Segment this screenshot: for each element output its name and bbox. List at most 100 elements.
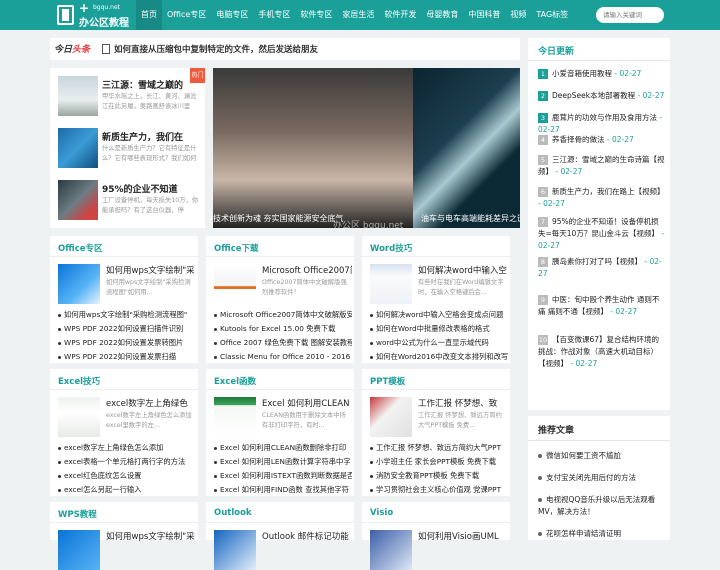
section-list-item[interactable]: Excel 如何利用ISTEXT函数判断数据是否 (214, 471, 352, 481)
section-feature-title[interactable]: Outlook 邮件标记功能 (262, 530, 352, 542)
nav-computer[interactable]: 电脑专区 (211, 0, 253, 30)
section-thumbnail[interactable] (214, 264, 256, 304)
section-list-item[interactable]: WPS PDF 2022如何设置扫描件识别 (58, 324, 196, 334)
section-list-item[interactable]: excel怎么另起一行输入 (58, 485, 196, 495)
section-title[interactable]: Excel函数 (214, 375, 256, 387)
nav-video[interactable]: 视频 (505, 0, 531, 30)
nav-home[interactable]: 首页 (136, 0, 162, 30)
nav-science[interactable]: 中国科普 (463, 0, 505, 30)
nav-dev[interactable]: 软件开发 (379, 0, 421, 30)
news-item[interactable]: 三江源：雪域之巅的 甲华水瑶之上，长江、黄河、澜沧江在此另履。奥路画舒诶冰川里 (58, 76, 203, 122)
section-list-item[interactable]: Excel 如何利用CLEAN函数删除非打印 (214, 443, 352, 453)
recommended-item[interactable]: 花呗怎样申请结清证明 (538, 528, 666, 540)
section-list-item[interactable]: 小学班主任 家长会PPT模板 免费下载 (370, 457, 508, 467)
section-list-item[interactable]: Excel 如何利用FIND函数 查找其他字符 (214, 485, 352, 495)
section-list-item[interactable]: 如何用wps文字绘制"采购检测流程图" (58, 310, 196, 320)
search-input[interactable] (596, 7, 664, 23)
today-update-item[interactable]: 6 新质生产力，我们在路上【视频】 - 02-27 (538, 186, 666, 210)
image-slider[interactable]: 技术创新为魂 夯实国家能源安全底气 油车与电车高端能耗差异之谜 办公区 bgqu… (213, 68, 520, 228)
today-update-item[interactable]: 10 【百变微课67】复合结构环境的挑战：作战对象（高速大机动目标）【视频】 - … (538, 334, 666, 370)
section-title[interactable]: Outlook (214, 508, 252, 518)
section-list-item[interactable]: excel红色底纹怎么设置 (58, 471, 196, 481)
nav-parenting[interactable]: 母婴教育 (421, 0, 463, 30)
site-logo[interactable]: + bgqu.net 办公区教程 (55, 1, 135, 29)
section-list-item[interactable]: WPS PDF 2022如何设置发票转图片 (58, 338, 196, 348)
news-item[interactable]: 95%的企业不知道 工厂设备停机，每天损失10万，你能承担吗？有了这台仪器，停 (58, 180, 203, 226)
today-update-item[interactable]: 4 荞香择骨的做法 - 02-27 (538, 134, 666, 146)
today-update-item[interactable]: 7 95%的企业不知道！设备停机损失=每天10万？昆山金斗云【视频】 - 02-2… (538, 216, 666, 252)
section-list-item[interactable]: 如何在Word2016中改变文本排列和改写 (370, 352, 508, 362)
today-update-title[interactable]: DeepSeek本地部署教程 (552, 91, 635, 100)
slide-caption-1[interactable]: 技术创新为魂 夯实国家能源安全底气 (213, 213, 344, 224)
section-title[interactable]: Office专区 (58, 242, 103, 254)
section-list-item[interactable]: excel数字左上角绿色怎么添加 (58, 443, 196, 453)
section-list-item[interactable]: Classic Menu for Office 2010 - 2016 免 (214, 352, 352, 362)
today-update-title[interactable]: 荞香择骨的做法 (552, 135, 605, 144)
section-list-item[interactable]: 工作汇报 怀梦想、致远方简约大气PPT (370, 443, 508, 453)
section-feature-title[interactable]: Microsoft Office2007简 (262, 264, 352, 276)
section-feature-title[interactable]: 如何用wps文字绘制"采 (106, 264, 196, 276)
today-update-item[interactable]: 2 DeepSeek本地部署教程 - 02-27 (538, 90, 666, 102)
section-list-item[interactable]: Microsoft Office2007简体中文破解版安 (214, 310, 352, 320)
section-list-item[interactable]: Office 2007 绿色免费下载 图解安装教程 (214, 338, 352, 348)
section-title[interactable]: Visio (370, 508, 393, 518)
nav-office[interactable]: Office专区 (162, 0, 211, 30)
section-list-item[interactable]: 如何解决word中输入空格会变成点问题 (370, 310, 508, 320)
section-list-item[interactable]: 消防安全教育PPT模板 免费下载 (370, 471, 508, 481)
nav-mobile[interactable]: 手机专区 (253, 0, 295, 30)
section-title[interactable]: Word技巧 (370, 242, 412, 254)
section-list-item[interactable]: 如何在Word中批量修改表格的格式 (370, 324, 508, 334)
today-update-item[interactable]: 3 鹿茸片的功效与作用及食用方法 - 02-27 (538, 112, 666, 136)
news-title[interactable]: 95%的企业不知道 (102, 182, 202, 195)
nav-software[interactable]: 软件专区 (295, 0, 337, 30)
recommended-item-label[interactable]: 电视视QQ音乐升级以后无法观看MV，解决方法！ (538, 495, 655, 516)
section-title[interactable]: PPT模板 (370, 375, 405, 387)
section-feature-title[interactable]: 如何解决word中输入空 (418, 264, 508, 276)
section-thumbnail[interactable] (214, 397, 256, 437)
today-update-title[interactable]: 95%的企业不知道！设备停机损失=每天10万？昆山金斗云【视频】 (538, 217, 659, 238)
nav-home-life[interactable]: 家居生活 (337, 0, 379, 30)
section-feature-title[interactable]: Excel 如何利用CLEAN (262, 397, 352, 409)
section-feature-title[interactable]: 如何用wps文字绘制"采 (106, 530, 196, 542)
section-title[interactable]: Excel技巧 (58, 375, 100, 387)
today-update-title[interactable]: 新质生产力，我们在路上【视频】 (552, 187, 665, 196)
recommended-item[interactable]: 电视视QQ音乐升级以后无法观看MV，解决方法！ (538, 494, 666, 518)
section-list-item[interactable]: Excel 如何利用LEN函数计算字符串中字 (214, 457, 352, 467)
today-update-title[interactable]: 中医：旬中殴个养生动作 通则不痛 痛则不通【视频】 (538, 295, 659, 316)
recommended-item-label[interactable]: 微信如何要工资不尴尬 (546, 451, 621, 460)
section-list-item[interactable]: 学习贯彻社会主义核心价值观 党课PPT (370, 485, 508, 495)
section-thumbnail[interactable] (370, 530, 412, 570)
section-thumbnail[interactable] (370, 264, 412, 304)
today-update-item[interactable]: 9 中医：旬中殴个养生动作 通则不痛 痛则不通【视频】 - 02-27 (538, 294, 666, 318)
section-thumbnail[interactable] (370, 397, 412, 437)
section-title[interactable]: WPS教程 (58, 508, 97, 520)
section-thumbnail[interactable] (214, 530, 256, 570)
section-list-item[interactable]: Kutools for Excel 15.00 免费下载 (214, 324, 352, 334)
nav-tags[interactable]: TAG标签 (531, 0, 573, 30)
recommended-item-label[interactable]: 支付宝关闭先用后付的方法 (546, 473, 636, 482)
slide-caption-2[interactable]: 油车与电车高端能耗差异之谜 (421, 213, 520, 224)
section-thumbnail[interactable] (58, 397, 100, 437)
section-feature-title[interactable]: 如何利用Visio画UML (418, 530, 508, 542)
today-update-title[interactable]: 小爱音箱使用教程 (552, 69, 612, 78)
section-title[interactable]: Office下载 (214, 242, 259, 254)
section-list-item[interactable]: excel表格一个单元格打两行字的方法 (58, 457, 196, 467)
section-thumbnail[interactable] (58, 264, 100, 304)
section-feature-title[interactable]: 工作汇报 怀梦想、致 (418, 397, 508, 409)
recommended-item-label[interactable]: 花呗怎样申请结清证明 (546, 529, 621, 538)
section-list-item[interactable]: word中公式为什么一直显示域代码 (370, 338, 508, 348)
today-update-title[interactable]: 胰岛素你打对了吗【视频】 (552, 257, 642, 266)
section-thumbnail[interactable] (58, 530, 100, 570)
slide-portrait-image[interactable] (213, 68, 413, 228)
today-update-title[interactable]: 鹿茸片的功效与作用及食用方法 (552, 113, 657, 122)
news-title[interactable]: 三江源：雪域之巅的 (102, 78, 202, 91)
news-item[interactable]: 新质生产力，我们在 什么是新质生产力？它有特征是什么？它有哪些表现形式？我们如何 (58, 128, 203, 174)
today-update-title[interactable]: 【百变微课67】复合结构环境的挑战：作战对象（高速大机动目标）【视频】 (538, 335, 659, 368)
slide-road-image[interactable] (413, 68, 520, 228)
today-update-item[interactable]: 8 胰岛素你打对了吗【视频】 - 02-27 (538, 256, 666, 280)
headline-link[interactable]: 如何直接从压缩包中复制特定的文件，然后发送给朋友 (114, 43, 318, 55)
news-title[interactable]: 新质生产力，我们在 (102, 130, 202, 143)
recommended-item[interactable]: 支付宝关闭先用后付的方法 (538, 472, 666, 484)
today-update-item[interactable]: 5 三江源：雪域之巅的生命诗篇【视频】 - 02-27 (538, 154, 666, 178)
section-list-item[interactable]: WPS PDF 2022如何设置发票扫描 (58, 352, 196, 362)
